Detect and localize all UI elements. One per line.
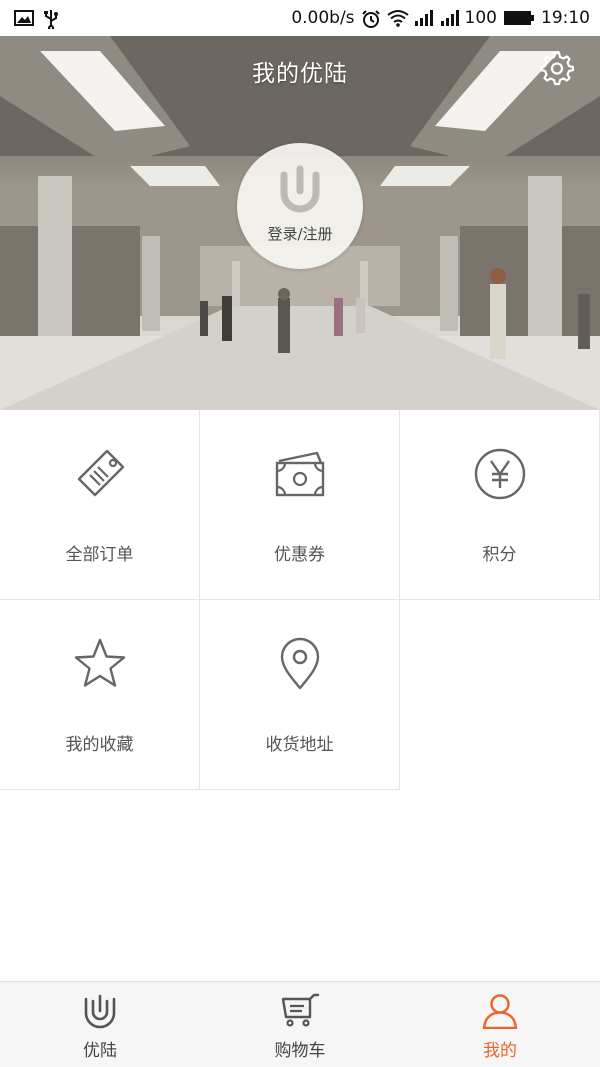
clock: 19:10 — [541, 8, 590, 28]
menu-item-label: 我的收藏 — [65, 735, 134, 755]
menu-item-points[interactable]: 积分 — [400, 410, 600, 600]
battery-icon — [503, 9, 535, 27]
tab-label: 优陆 — [83, 1041, 117, 1061]
alarm-icon — [361, 9, 381, 28]
tab-label: 购物车 — [274, 1041, 326, 1061]
yen-icon — [473, 446, 527, 502]
login-register-label: 登录/注册 — [267, 225, 333, 243]
location-pin-icon — [273, 636, 327, 692]
usb-icon — [42, 9, 62, 31]
status-left — [14, 9, 62, 31]
hero-banner: 我的优陆 登录/注册 — [0, 36, 600, 410]
tag-icon — [73, 446, 127, 502]
settings-button[interactable] — [536, 50, 576, 90]
menu-item-favorites[interactable]: 我的收藏 — [0, 600, 200, 790]
menu-item-shipping-address[interactable]: 收货地址 — [200, 600, 400, 790]
page-title: 我的优陆 — [252, 61, 348, 87]
status-bar: 0.00b/s 100 19:10 — [0, 0, 600, 36]
youlu-logo-icon — [276, 165, 324, 215]
coupon-icon — [273, 446, 327, 502]
gear-icon — [538, 50, 575, 90]
network-speed: 0.00b/s — [291, 8, 355, 28]
person-icon — [480, 992, 520, 1030]
menu-item-all-orders[interactable]: 全部订单 — [0, 410, 200, 600]
bottom-tab-bar: 优陆 购物车 我的 — [0, 981, 600, 1067]
tab-label: 我的 — [483, 1041, 517, 1061]
login-register-button[interactable]: 登录/注册 — [237, 143, 363, 269]
signal-icon-2 — [439, 9, 459, 27]
image-notification-icon — [14, 9, 34, 27]
menu-item-label: 全部订单 — [65, 545, 134, 565]
tab-youlu[interactable]: 优陆 — [0, 982, 200, 1067]
youlu-logo-icon — [80, 992, 120, 1030]
cart-icon — [280, 992, 320, 1030]
star-icon — [73, 636, 127, 692]
wifi-icon — [386, 9, 409, 27]
menu-item-label: 收货地址 — [265, 735, 334, 755]
status-right: 0.00b/s 100 19:10 — [291, 8, 590, 28]
signal-icon-1 — [413, 9, 433, 27]
tab-cart[interactable]: 购物车 — [200, 982, 400, 1067]
battery-level: 100 — [464, 8, 497, 28]
menu-item-label: 优惠券 — [274, 545, 325, 565]
menu-item-label: 积分 — [482, 545, 517, 565]
menu-item-coupons[interactable]: 优惠券 — [200, 410, 400, 600]
tab-mine[interactable]: 我的 — [400, 982, 600, 1067]
